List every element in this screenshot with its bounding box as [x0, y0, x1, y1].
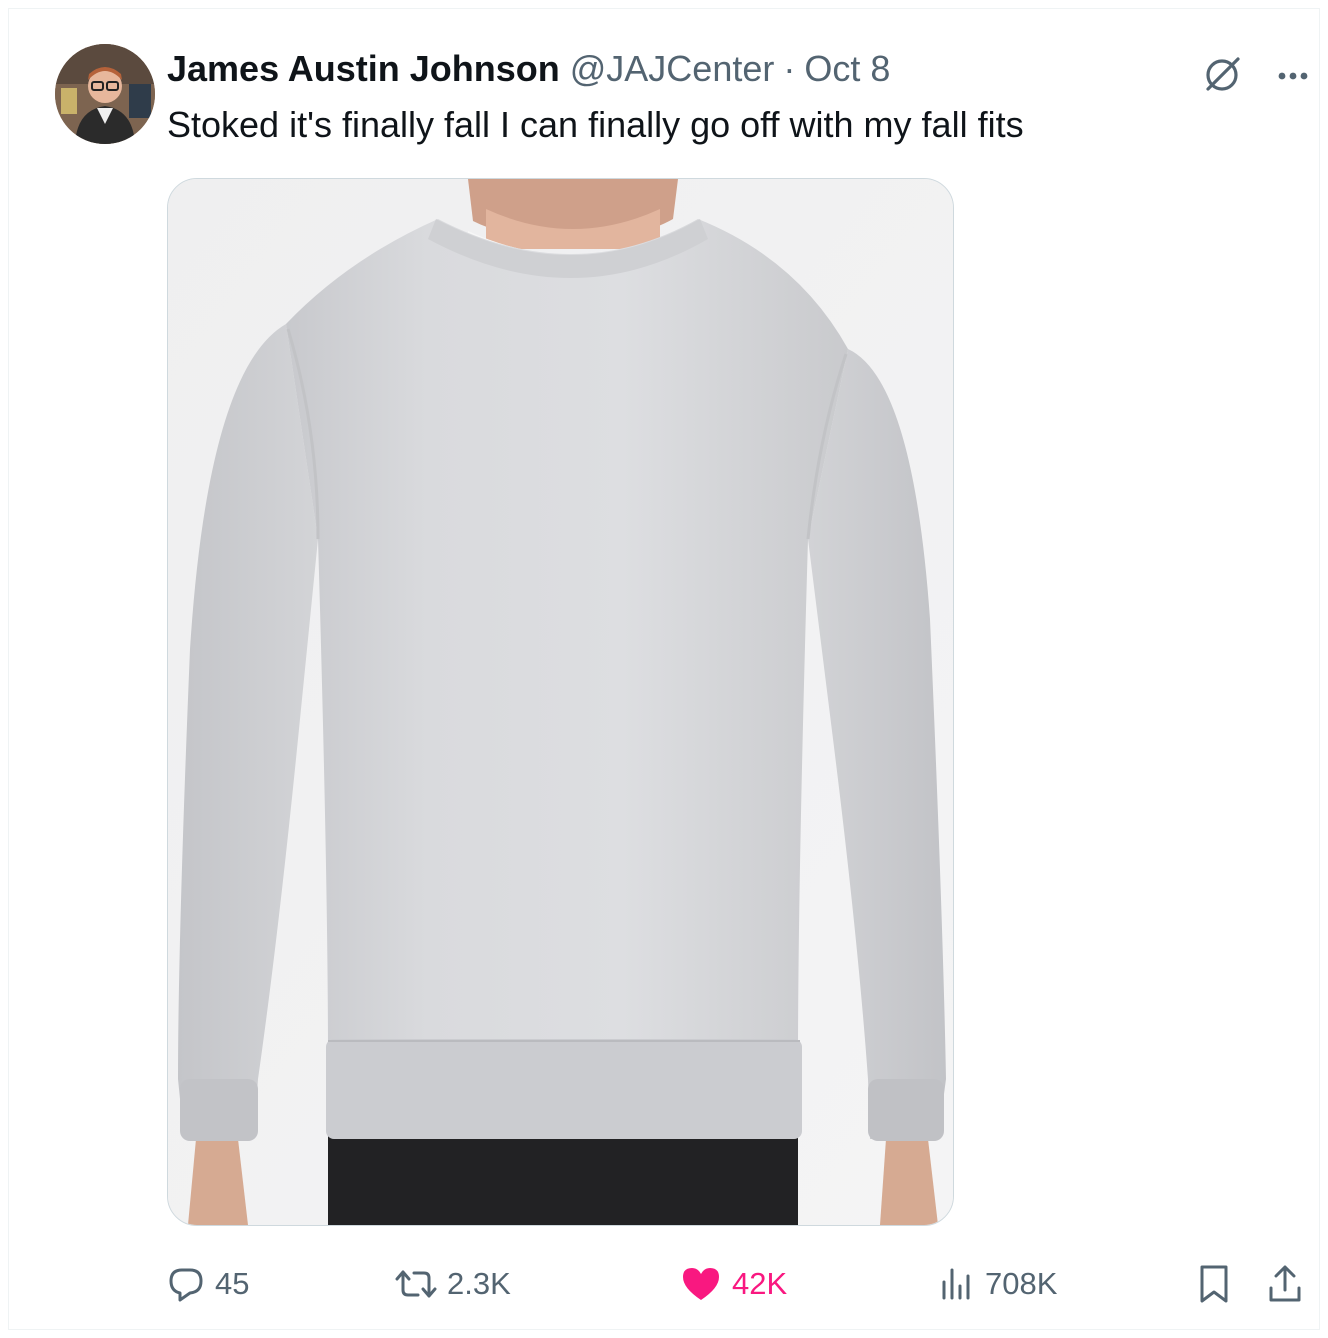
- tweet-media-photo[interactable]: [167, 178, 954, 1226]
- tweet-text: Stoked it's finally fall I can finally g…: [167, 104, 1024, 145]
- avatar[interactable]: [55, 44, 155, 144]
- views-count: 708K: [985, 1266, 1058, 1301]
- reply-button[interactable]: 45: [166, 1259, 249, 1309]
- bookmark-button[interactable]: [1194, 1259, 1234, 1309]
- avatar-image: [55, 44, 155, 144]
- reply-count: 45: [215, 1266, 250, 1301]
- like-button[interactable]: 42K: [679, 1259, 787, 1309]
- author-handle[interactable]: @JAJCenter: [570, 47, 775, 91]
- tweet-card[interactable]: James Austin Johnson @JAJCenter · Oct 8 …: [8, 8, 1320, 1330]
- repost-button[interactable]: 2.3K: [394, 1259, 511, 1309]
- author-display-name[interactable]: James Austin Johnson: [167, 47, 560, 91]
- bookmark-icon: [1200, 1265, 1228, 1303]
- views-icon: [942, 1268, 970, 1300]
- views-button[interactable]: 708K: [936, 1259, 1057, 1309]
- like-count: 42K: [732, 1266, 788, 1301]
- sweatshirt-photo: [168, 179, 953, 1225]
- repost-icon: [395, 1270, 437, 1298]
- tweet-date[interactable]: Oct 8: [804, 47, 890, 91]
- share-icon: [1269, 1265, 1301, 1302]
- tweet-header: James Austin Johnson @JAJCenter · Oct 8: [167, 47, 890, 91]
- more-icon[interactable]: [1271, 53, 1315, 97]
- repost-count: 2.3K: [447, 1266, 511, 1301]
- grok-icon[interactable]: [1199, 51, 1245, 97]
- like-icon: [683, 1268, 719, 1300]
- reply-icon: [169, 1268, 203, 1302]
- tweet-actions-bar: 45 2.3K 42K 708K: [9, 1259, 1321, 1309]
- header-separator: ·: [783, 48, 796, 89]
- share-button[interactable]: [1265, 1259, 1305, 1309]
